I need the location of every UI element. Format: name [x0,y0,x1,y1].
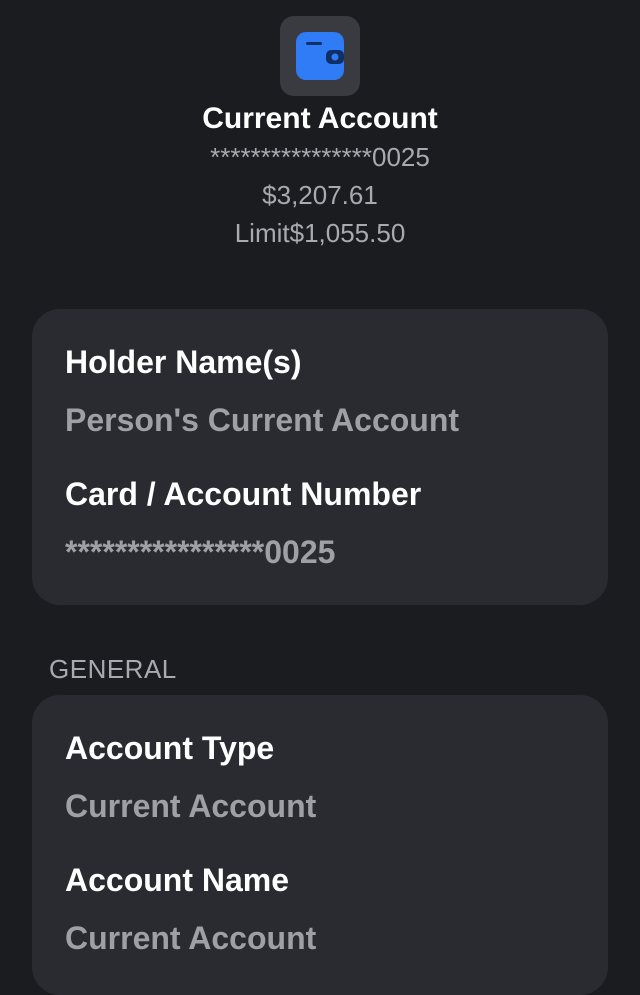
account-balance: $3,207.61 [262,180,378,210]
account-details-card: Holder Name(s) Person's Current Account … [32,309,608,605]
account-name-value: Current Account [65,920,317,956]
account-number-value: ****************0025 [65,534,336,570]
holder-name-value: Person's Current Account [65,402,460,438]
account-name-label: Account Name [65,862,290,898]
account-type-value: Current Account [65,788,317,824]
section-header-general: GENERAL [49,654,177,684]
general-card: Account Type Current Account Account Nam… [32,695,608,995]
account-type-label: Account Type [65,730,275,766]
account-limit: Limit$1,055.50 [234,218,406,248]
account-title: Current Account [202,102,438,135]
account-number-label: Card / Account Number [65,476,422,512]
holder-name-label: Holder Name(s) [65,344,302,380]
masked-account-number: ****************0025 [210,142,430,172]
wallet-icon [280,16,360,96]
